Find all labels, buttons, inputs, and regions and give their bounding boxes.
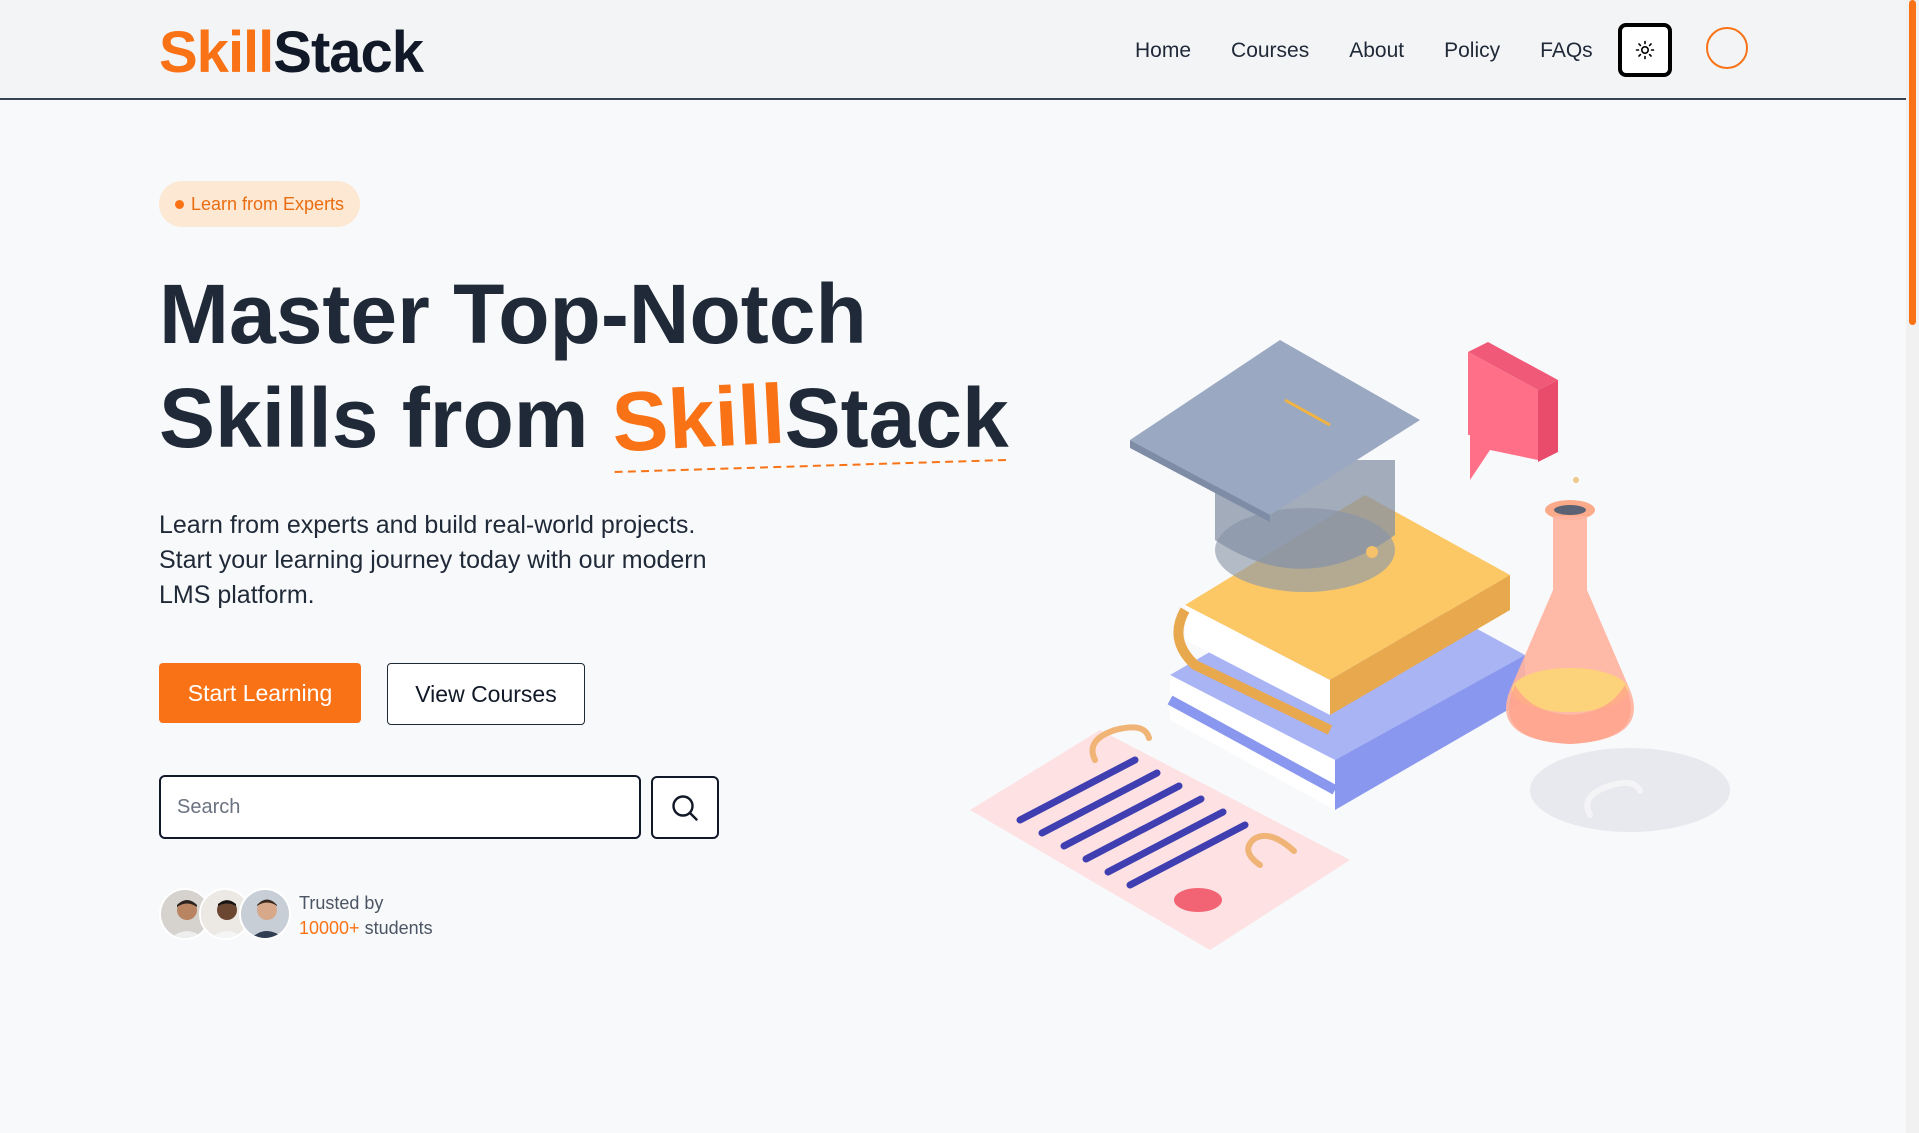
student-count: 10000+	[299, 918, 360, 938]
brand-logo-part1: Skill	[159, 20, 274, 85]
nav-about[interactable]: About	[1349, 34, 1404, 68]
headline-line1: Master Top-Notch	[159, 267, 867, 361]
scrollbar-thumb[interactable]	[1909, 0, 1916, 325]
sun-icon	[1635, 40, 1655, 60]
nav-policy[interactable]: Policy	[1444, 34, 1500, 68]
hero-headline: Master Top-Notch Skills from SkillStack	[159, 262, 1009, 473]
brand-logo-part2: Stack	[273, 20, 424, 85]
hero-illustration	[970, 340, 1730, 950]
search-icon	[672, 794, 698, 821]
student-count-suffix: students	[359, 918, 433, 938]
subtitle-line2: Start your learning journey today with o…	[159, 546, 707, 574]
scrollbar-track[interactable]	[1906, 0, 1919, 1133]
profile-avatar-button[interactable]	[1706, 27, 1748, 69]
search-input[interactable]	[159, 775, 641, 839]
start-learning-button[interactable]: Start Learning	[159, 663, 361, 723]
headline-line2-prefix: Skills from	[159, 371, 612, 465]
avatar	[239, 888, 291, 940]
hero-badge: Learn from Experts	[159, 181, 361, 227]
page: SkillStack Home Courses About Policy FAQ…	[0, 0, 1919, 1133]
view-courses-button[interactable]: View Courses	[387, 663, 585, 725]
search-button[interactable]	[651, 776, 719, 839]
nav-home[interactable]: Home	[1135, 34, 1191, 68]
badge-dot-icon	[175, 200, 184, 209]
theme-toggle-button[interactable]	[1618, 23, 1672, 77]
subtitle-line1: Learn from experts and build real-world …	[159, 511, 696, 539]
brand-dashed-underline	[614, 459, 1007, 473]
headline-brand: SkillStack	[609, 366, 1009, 473]
hero-subtitle: Learn from experts and build real-world …	[159, 508, 759, 613]
subtitle-line3: LMS platform.	[159, 581, 315, 609]
brand-logo[interactable]: SkillStack	[159, 20, 424, 86]
hero-badge-label: Learn from Experts	[191, 193, 345, 214]
trusted-by-text: Trusted by 10000+ students	[299, 891, 433, 941]
nav-courses[interactable]: Courses	[1231, 34, 1309, 68]
site-header: SkillStack Home Courses About Policy FAQ…	[0, 0, 1906, 100]
trusted-by-label: Trusted by	[299, 893, 384, 913]
main-nav: Home Courses About Policy FAQs	[1135, 34, 1633, 68]
nav-faqs[interactable]: FAQs	[1540, 34, 1593, 68]
